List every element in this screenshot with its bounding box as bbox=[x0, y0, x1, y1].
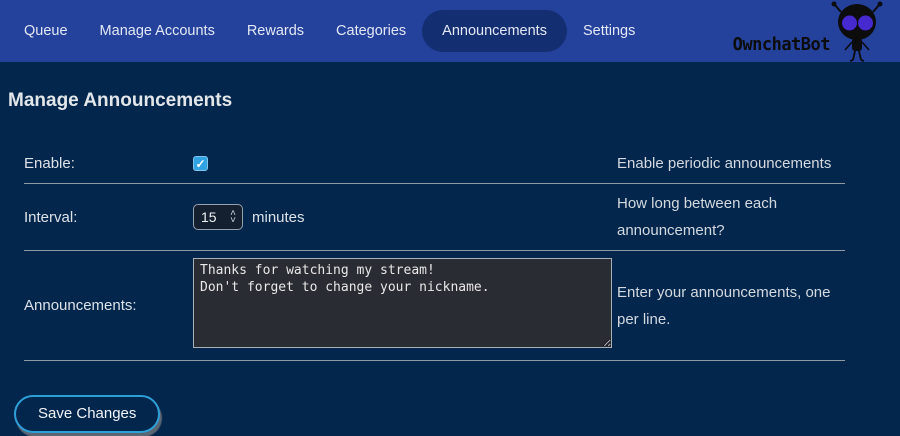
interval-stepper[interactable]: ˄ ˅ bbox=[224, 205, 242, 229]
enable-checkbox[interactable]: ✓ bbox=[193, 156, 208, 171]
announcements-help-text: Enter your announcements, one per line. bbox=[617, 279, 845, 333]
interval-help-text: How long between each announcement? bbox=[617, 190, 845, 244]
interval-row: Interval: ˄ ˅ minutes How long between e… bbox=[24, 184, 845, 251]
nav-item-announcements[interactable]: Announcements bbox=[422, 10, 567, 52]
nav-item-queue[interactable]: Queue bbox=[8, 12, 84, 50]
interval-unit-label: minutes bbox=[252, 209, 305, 226]
page-title: Manage Announcements bbox=[8, 90, 900, 112]
nav-item-settings[interactable]: Settings bbox=[567, 12, 651, 50]
interval-spinbox: ˄ ˅ bbox=[193, 204, 243, 230]
logo-text: OwnchatBot bbox=[733, 34, 830, 62]
stepper-down-icon[interactable]: ˅ bbox=[230, 217, 236, 224]
announcements-textarea[interactable]: Thanks for watching my stream! Don't for… bbox=[193, 258, 612, 348]
ownchatbot-logo: OwnchatBot bbox=[733, 0, 886, 62]
navbar: Queue Manage Accounts Rewards Categories… bbox=[0, 0, 900, 62]
interval-input[interactable] bbox=[194, 205, 224, 229]
nav-item-manage-accounts[interactable]: Manage Accounts bbox=[84, 12, 231, 50]
checkmark-icon: ✓ bbox=[195, 158, 205, 170]
enable-label: Enable: bbox=[24, 155, 193, 172]
interval-label: Interval: bbox=[24, 209, 193, 226]
announcements-row: Announcements: Thanks for watching my st… bbox=[24, 251, 845, 361]
robot-mascot-icon bbox=[828, 0, 886, 62]
nav-item-categories[interactable]: Categories bbox=[320, 12, 422, 50]
announcements-label: Announcements: bbox=[24, 297, 193, 314]
save-changes-button[interactable]: Save Changes bbox=[14, 395, 160, 433]
enable-help-text: Enable periodic announcements bbox=[617, 150, 845, 177]
announcements-form: Enable: ✓ Enable periodic announcements … bbox=[24, 144, 845, 361]
enable-row: Enable: ✓ Enable periodic announcements bbox=[24, 144, 845, 184]
nav-item-rewards[interactable]: Rewards bbox=[231, 12, 320, 50]
